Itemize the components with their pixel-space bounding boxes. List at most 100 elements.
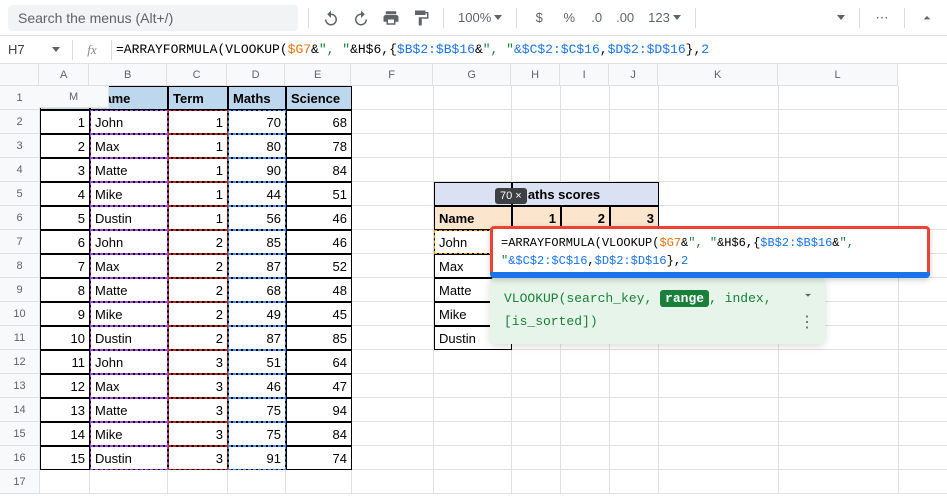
cell-C5[interactable]: 1 <box>168 182 228 206</box>
cell-E2[interactable]: 68 <box>286 110 352 134</box>
cell-F14[interactable] <box>352 398 434 422</box>
cell-I16[interactable] <box>561 446 610 470</box>
col-header-K[interactable]: K <box>658 64 778 86</box>
dec-decimal[interactable]: .0 <box>587 10 606 25</box>
cell-H5[interactable]: Maths scores <box>512 182 659 206</box>
col-header-F[interactable]: F <box>351 64 433 86</box>
cell-C17[interactable] <box>168 470 228 494</box>
cell-A2[interactable]: 1 <box>40 110 90 134</box>
cell-J15[interactable] <box>610 422 659 446</box>
cell-E3[interactable]: 78 <box>286 134 352 158</box>
cell-M4[interactable] <box>899 158 947 182</box>
cell-E1[interactable]: Science <box>286 86 352 110</box>
cell-A6[interactable]: 5 <box>40 206 90 230</box>
row-header-11[interactable]: 11 <box>0 326 40 350</box>
cell-L4[interactable] <box>779 158 899 182</box>
format-123[interactable]: 123 <box>644 10 685 25</box>
cell-E9[interactable]: 48 <box>286 278 352 302</box>
row-header-7[interactable]: 7 <box>0 230 40 254</box>
cell-H1[interactable] <box>512 86 561 110</box>
cell-G3[interactable] <box>434 134 512 158</box>
cell-B16[interactable]: Dustin <box>90 446 168 470</box>
cell-F8[interactable] <box>352 254 434 278</box>
cell-H13[interactable] <box>512 374 561 398</box>
cell-L3[interactable] <box>779 134 899 158</box>
row-header-16[interactable]: 16 <box>0 446 40 470</box>
row-header-2[interactable]: 2 <box>0 110 40 134</box>
cell-E17[interactable] <box>286 470 352 494</box>
cell-E6[interactable]: 46 <box>286 206 352 230</box>
cell-K1[interactable] <box>659 86 779 110</box>
cell-B13[interactable]: Max <box>90 374 168 398</box>
cell-L12[interactable] <box>779 350 899 374</box>
cell-C8[interactable]: 2 <box>168 254 228 278</box>
cell-D15[interactable]: 75 <box>228 422 286 446</box>
cell-D11[interactable]: 87 <box>228 326 286 350</box>
cell-J2[interactable] <box>610 110 659 134</box>
cell-B3[interactable]: Max <box>90 134 168 158</box>
cell-M10[interactable] <box>899 302 947 326</box>
cell-A11[interactable]: 10 <box>40 326 90 350</box>
cell-B14[interactable]: Matte <box>90 398 168 422</box>
cell-D5[interactable]: 44 <box>228 182 286 206</box>
row-header-13[interactable]: 13 <box>0 374 40 398</box>
col-header-L[interactable]: L <box>778 64 898 86</box>
cell-M16[interactable] <box>899 446 947 470</box>
cell-G4[interactable] <box>434 158 512 182</box>
cell-D4[interactable]: 90 <box>228 158 286 182</box>
cell-K13[interactable] <box>659 374 779 398</box>
cell-F5[interactable] <box>352 182 434 206</box>
col-header-B[interactable]: B <box>89 64 167 86</box>
cell-C15[interactable]: 3 <box>168 422 228 446</box>
cell-B5[interactable]: Mike <box>90 182 168 206</box>
col-header-C[interactable]: C <box>167 64 227 86</box>
cell-L5[interactable] <box>779 182 899 206</box>
cell-L17[interactable] <box>779 470 899 494</box>
col-header-M[interactable]: M <box>39 86 109 108</box>
cell-A4[interactable]: 3 <box>40 158 90 182</box>
formula-edit-popup[interactable]: =ARRAYFORMULA(VLOOKUP($G7&", "&H$6,{$B$2… <box>490 226 930 278</box>
cell-H17[interactable] <box>512 470 561 494</box>
cell-E15[interactable]: 84 <box>286 422 352 446</box>
zoom-select[interactable]: 100% <box>454 10 506 25</box>
cell-D1[interactable]: Maths <box>228 86 286 110</box>
cell-F1[interactable] <box>352 86 434 110</box>
cell-D2[interactable]: 70 <box>228 110 286 134</box>
col-header-E[interactable]: E <box>285 64 351 86</box>
cell-C9[interactable]: 2 <box>168 278 228 302</box>
cell-A9[interactable]: 8 <box>40 278 90 302</box>
cell-J4[interactable] <box>610 158 659 182</box>
cell-F4[interactable] <box>352 158 434 182</box>
cell-H16[interactable] <box>512 446 561 470</box>
more-icon[interactable]: ⋯ <box>870 6 894 30</box>
cell-L16[interactable] <box>779 446 899 470</box>
cell-H14[interactable] <box>512 398 561 422</box>
cell-K5[interactable] <box>659 182 779 206</box>
cell-B11[interactable]: Dustin <box>90 326 168 350</box>
formula-input[interactable]: =ARRAYFORMULA(VLOOKUP($G7&", "&H$6,{$B$2… <box>116 42 709 57</box>
cell-F3[interactable] <box>352 134 434 158</box>
cell-D16[interactable]: 91 <box>228 446 286 470</box>
cell-F15[interactable] <box>352 422 434 446</box>
col-header-I[interactable]: I <box>560 64 609 86</box>
cell-M17[interactable] <box>899 470 947 494</box>
inc-decimal[interactable]: .00 <box>612 10 638 25</box>
cell-M2[interactable] <box>899 110 947 134</box>
expand-up-icon[interactable] <box>915 6 939 30</box>
cell-K16[interactable] <box>659 446 779 470</box>
cell-F10[interactable] <box>352 302 434 326</box>
row-header-4[interactable]: 4 <box>0 158 40 182</box>
col-header-D[interactable]: D <box>227 64 285 86</box>
cell-C6[interactable]: 1 <box>168 206 228 230</box>
collapse-hint-icon[interactable] <box>801 287 815 310</box>
cell-D7[interactable]: 85 <box>228 230 286 254</box>
cell-K4[interactable] <box>659 158 779 182</box>
cell-D12[interactable]: 51 <box>228 350 286 374</box>
cell-C1[interactable]: Term <box>168 86 228 110</box>
cell-H12[interactable] <box>512 350 561 374</box>
cell-M9[interactable] <box>899 278 947 302</box>
cell-C11[interactable]: 2 <box>168 326 228 350</box>
col-header-J[interactable]: J <box>609 64 658 86</box>
cell-E4[interactable]: 84 <box>286 158 352 182</box>
col-header-H[interactable]: H <box>511 64 560 86</box>
